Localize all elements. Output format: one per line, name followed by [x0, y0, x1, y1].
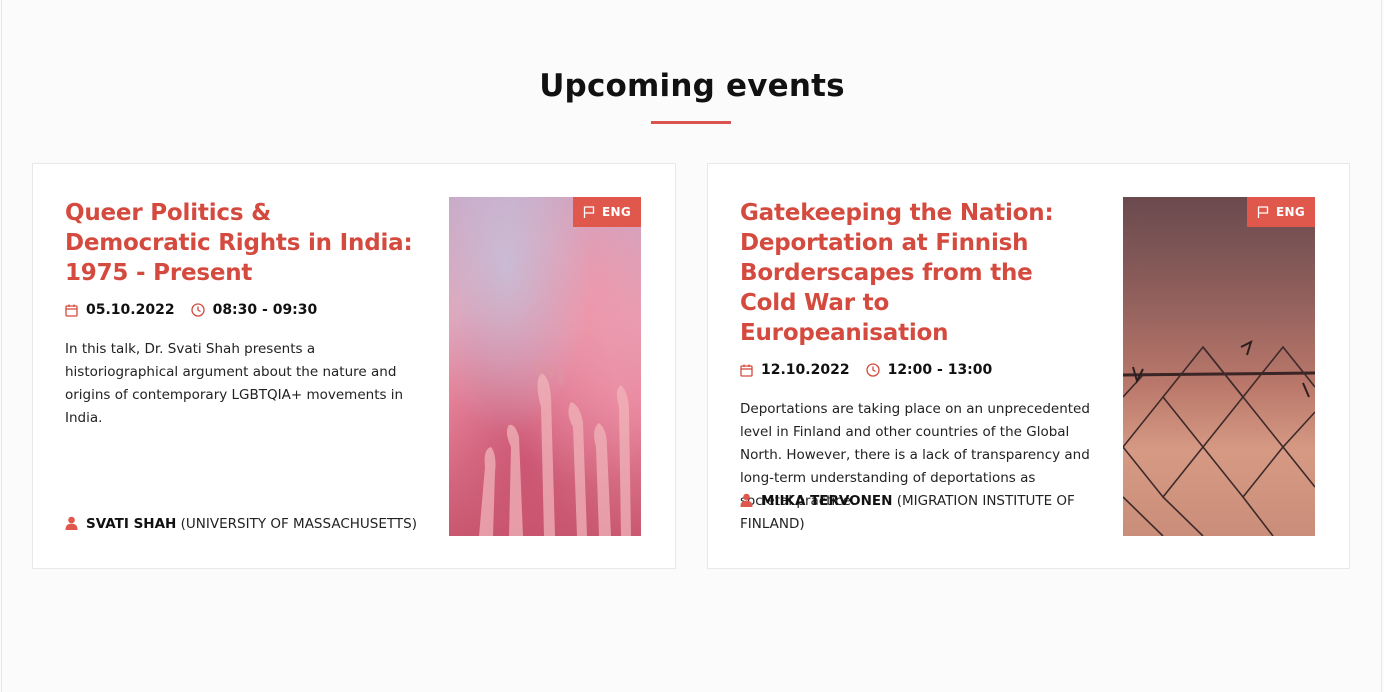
event-date: 12.10.2022	[740, 362, 850, 378]
person-icon	[65, 516, 78, 530]
fence-illustration	[1123, 340, 1315, 536]
event-date-text: 05.10.2022	[86, 302, 175, 318]
event-date-text: 12.10.2022	[761, 362, 850, 378]
title-underline	[651, 121, 731, 124]
event-card[interactable]: Gatekeeping the Nation: Deportation at F…	[707, 163, 1350, 569]
person-icon	[740, 493, 753, 507]
event-time-text: 08:30 - 09:30	[212, 302, 318, 318]
event-speaker: MIIKA TERVONEN (MIGRATION INSTITUTE OF F…	[740, 490, 1100, 536]
raised-hands-illustration	[479, 359, 631, 536]
event-time: 08:30 - 09:30	[190, 302, 318, 318]
speaker-affiliation: (UNIVERSITY OF MASSACHUSETTS)	[180, 516, 417, 532]
language-text: ENG	[1276, 205, 1305, 219]
event-title[interactable]: Gatekeeping the Nation: Deportation at F…	[740, 198, 1095, 348]
event-title[interactable]: Queer Politics & Democratic Rights in In…	[65, 198, 420, 288]
event-description: In this talk, Dr. Svati Shah presents a …	[65, 341, 404, 426]
language-badge: ENG	[1247, 197, 1315, 227]
event-card-body: Queer Politics & Democratic Rights in In…	[65, 198, 420, 536]
speaker-name: SVATI SHAH	[86, 516, 177, 532]
language-text: ENG	[602, 205, 631, 219]
clock-icon	[865, 363, 880, 377]
section-title: Upcoming events	[539, 68, 845, 104]
language-badge: ENG	[573, 197, 641, 227]
flag-icon	[1257, 206, 1269, 218]
event-meta: 05.10.2022 08:30 - 09:30	[65, 302, 420, 318]
event-card-body: Gatekeeping the Nation: Deportation at F…	[740, 198, 1095, 536]
flag-icon	[583, 206, 595, 218]
event-speaker: SVATI SHAH (UNIVERSITY OF MASSACHUSETTS)	[65, 513, 425, 536]
event-image-fill	[1123, 197, 1315, 536]
speaker-name: MIIKA TERVONEN	[761, 493, 893, 509]
event-time: 12:00 - 13:00	[865, 362, 993, 378]
clock-icon	[190, 303, 205, 317]
event-image[interactable]: ENG	[1123, 197, 1315, 536]
event-image[interactable]: ENG	[449, 197, 641, 536]
event-card[interactable]: Queer Politics & Democratic Rights in In…	[32, 163, 676, 569]
event-date: 05.10.2022	[65, 302, 175, 318]
event-time-text: 12:00 - 13:00	[887, 362, 993, 378]
calendar-icon	[740, 364, 753, 377]
event-meta: 12.10.2022 12:00 - 13:00	[740, 362, 1095, 378]
calendar-icon	[65, 304, 78, 317]
event-image-fill	[449, 197, 641, 536]
